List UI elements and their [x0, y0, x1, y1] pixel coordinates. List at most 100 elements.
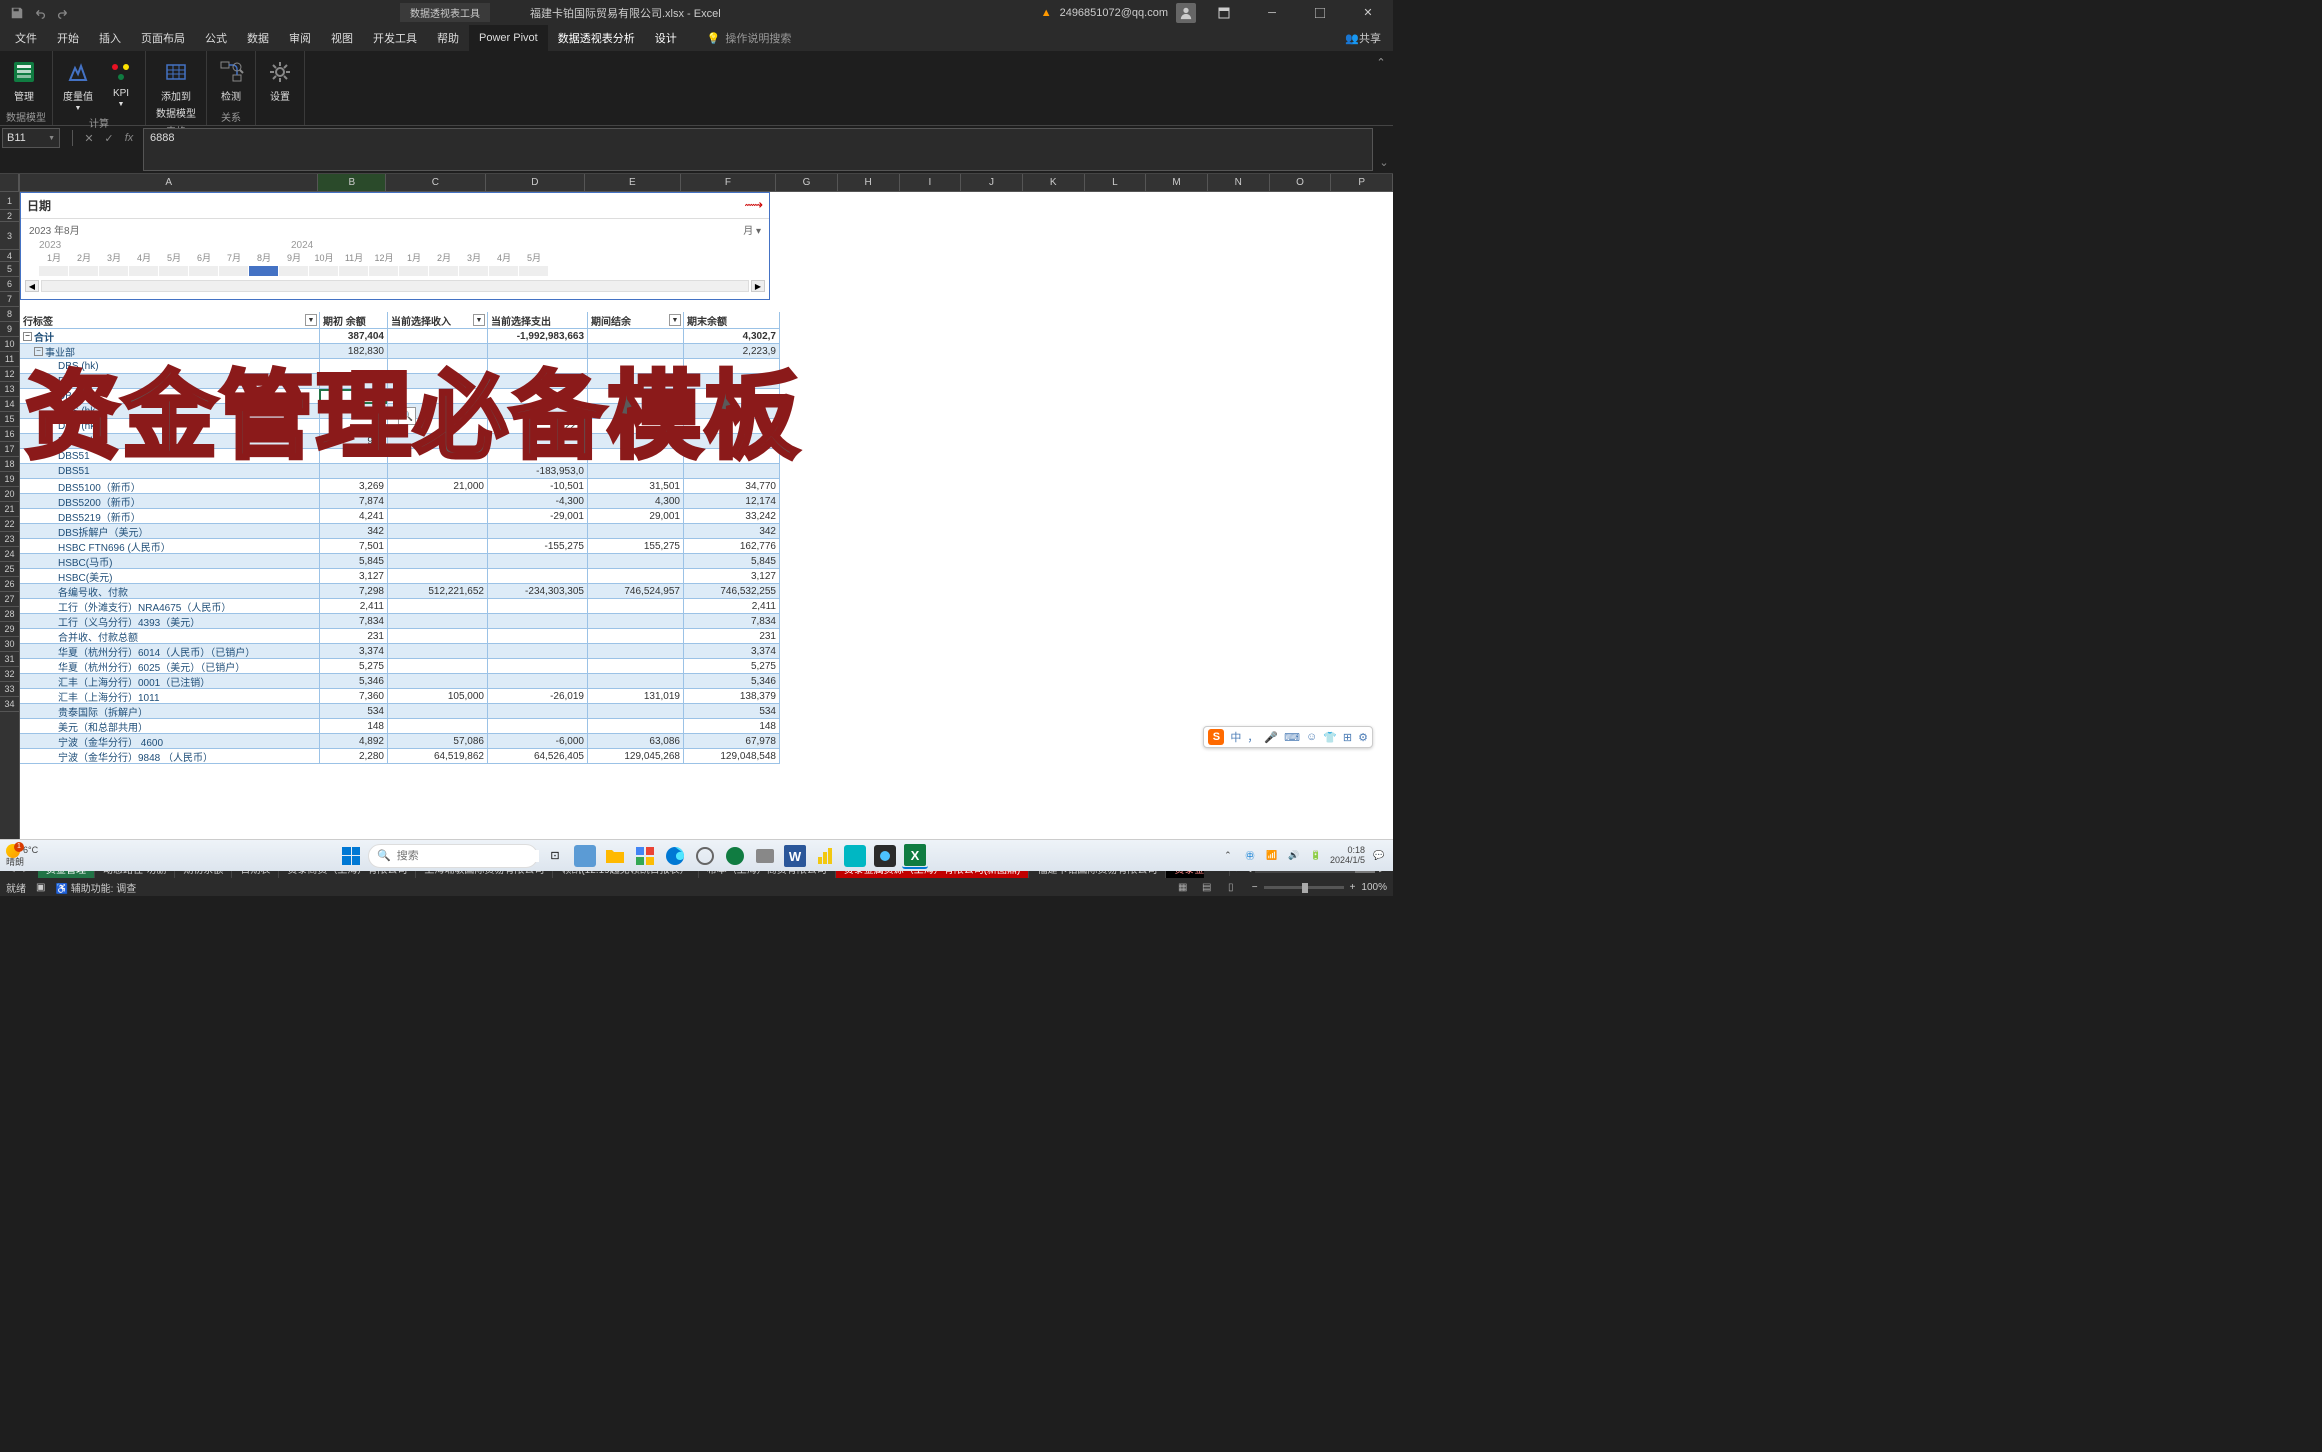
accessibility-status[interactable]: ♿ 辅助功能: 调查 — [55, 880, 136, 895]
col-header-J[interactable]: J — [961, 174, 1023, 192]
user-avatar-icon[interactable] — [1176, 3, 1196, 23]
ime-lang-toggle[interactable]: 中 — [1230, 729, 1241, 745]
filter-dropdown-icon[interactable]: ▼ — [473, 314, 485, 326]
row-header-15[interactable]: 15 — [0, 412, 19, 427]
row-header-12[interactable]: 12 — [0, 367, 19, 382]
row-header-16[interactable]: 16 — [0, 427, 19, 442]
kpi-button[interactable]: KPI ▼ — [103, 56, 139, 110]
tray-wifi-icon[interactable]: 📶 — [1264, 848, 1280, 864]
zoom-in-button[interactable]: + — [1350, 882, 1356, 893]
tray-volume-icon[interactable]: 🔊 — [1286, 848, 1302, 864]
taskbar-app-gray[interactable] — [752, 843, 778, 869]
taskbar-app-cyan[interactable] — [842, 843, 868, 869]
ribbon-tab-5[interactable]: 数据 — [237, 25, 279, 51]
row-header-30[interactable]: 30 — [0, 637, 19, 652]
tray-ime-icon[interactable]: ㊥ — [1242, 848, 1258, 864]
collapse-icon[interactable]: − — [34, 347, 43, 356]
pivot-data-row[interactable]: DBS (hk) — [20, 359, 780, 374]
ime-toolbox-icon[interactable]: ⊞ — [1343, 731, 1352, 744]
name-box[interactable]: B11▼ — [2, 128, 60, 148]
tell-me-search[interactable]: 💡操作说明搜索 — [707, 25, 792, 51]
zoom-slider[interactable] — [1264, 886, 1344, 889]
pivot-data-row[interactable]: 华夏（杭州分行）6014（人民币）（已销户）3,3743,374 — [20, 644, 780, 659]
pivot-data-row[interactable]: 合并收、付款总额231231 — [20, 629, 780, 644]
ribbon-tab-0[interactable]: 文件 — [5, 25, 47, 51]
pivot-data-row[interactable]: 宁波（金华分行） 46004,89257,086-6,00063,08667,9… — [20, 734, 780, 749]
row-header-28[interactable]: 28 — [0, 607, 19, 622]
ribbon-tab-12[interactable]: 设计 — [645, 25, 687, 51]
row-header-11[interactable]: 11 — [0, 352, 19, 367]
ime-keyboard-icon[interactable]: ⌨ — [1284, 731, 1300, 744]
col-header-O[interactable]: O — [1270, 174, 1332, 192]
timeline-segment[interactable] — [309, 266, 339, 276]
pivot-header-income[interactable]: 当前选择收入▼ — [388, 312, 488, 328]
col-header-E[interactable]: E — [585, 174, 681, 192]
col-header-I[interactable]: I — [900, 174, 962, 192]
edge-icon[interactable] — [662, 843, 688, 869]
pivot-data-row[interactable]: HSBC(美元)3,1273,127 — [20, 569, 780, 584]
zoom-slider-thumb[interactable] — [1302, 883, 1308, 893]
pivot-data-row[interactable]: HSBC FTN696 (人民币）7,501-155,275155,275162… — [20, 539, 780, 554]
filter-dropdown-icon[interactable]: ▼ — [669, 314, 681, 326]
settings-button[interactable]: 设置 — [262, 56, 298, 105]
timeline-segment[interactable] — [279, 266, 309, 276]
ribbon-tab-2[interactable]: 插入 — [89, 25, 131, 51]
ime-skin-icon[interactable]: 👕 — [1323, 731, 1337, 744]
row-header-23[interactable]: 23 — [0, 532, 19, 547]
search-input[interactable] — [397, 850, 539, 862]
pivot-data-row[interactable]: 美元（和总部共用）148148 — [20, 719, 780, 734]
timeline-segment[interactable] — [159, 266, 189, 276]
ribbon-tab-3[interactable]: 页面布局 — [131, 25, 195, 51]
ribbon-tab-11[interactable]: 数据透视表分析 — [548, 25, 645, 51]
ime-voice-icon[interactable]: 🎤 — [1264, 731, 1278, 744]
col-header-A[interactable]: A — [20, 174, 318, 192]
measure-button[interactable]: 度量值 ▼ — [59, 56, 97, 114]
col-header-N[interactable]: N — [1208, 174, 1270, 192]
timeline-segment[interactable] — [459, 266, 489, 276]
collapse-icon[interactable]: − — [23, 332, 32, 341]
ribbon-tab-8[interactable]: 开发工具 — [363, 25, 427, 51]
timeline-scroll-track[interactable] — [41, 280, 749, 292]
pivot-data-row[interactable]: DBS5200（新币）7,874-4,3004,30012,174 — [20, 494, 780, 509]
row-header-6[interactable]: 6 — [0, 277, 19, 292]
pivot-data-row[interactable]: 工行（义乌分行）4393（美元）7,8347,834 — [20, 614, 780, 629]
row-header-26[interactable]: 26 — [0, 577, 19, 592]
row-header-29[interactable]: 29 — [0, 622, 19, 637]
page-break-view-icon[interactable]: ▯ — [1220, 880, 1242, 894]
col-header-L[interactable]: L — [1085, 174, 1147, 192]
ribbon-tab-4[interactable]: 公式 — [195, 25, 237, 51]
pivot-data-row[interactable]: DBS (hk934 — [20, 434, 780, 449]
row-header-8[interactable]: 8 — [0, 307, 19, 322]
zoom-level[interactable]: 100% — [1361, 882, 1387, 893]
col-header-K[interactable]: K — [1023, 174, 1085, 192]
cancel-formula-icon[interactable]: ✕ — [81, 130, 97, 146]
row-header-13[interactable]: 13 — [0, 382, 19, 397]
pivot-data-row[interactable]: 华夏（杭州分行）6025（美元）（已销户）5,2755,275 — [20, 659, 780, 674]
close-button[interactable]: ✕ — [1348, 0, 1388, 25]
timeline-segment[interactable] — [339, 266, 369, 276]
worksheet-grid[interactable]: 1234567891011121314151617181920212223242… — [0, 174, 1393, 858]
timeline-segment[interactable] — [519, 266, 549, 276]
timeline-segment[interactable] — [429, 266, 459, 276]
pivot-header-closing[interactable]: 期末余额 — [684, 312, 780, 328]
row-header-10[interactable]: 10 — [0, 337, 19, 352]
row-header-33[interactable]: 33 — [0, 682, 19, 697]
col-header-D[interactable]: D — [486, 174, 585, 192]
minimize-button[interactable]: ─ — [1252, 0, 1292, 25]
row-header-14[interactable]: 14 — [0, 397, 19, 412]
col-header-C[interactable]: C — [386, 174, 485, 192]
name-box-dropdown-icon[interactable]: ▼ — [48, 135, 55, 142]
taskbar-clock[interactable]: 0:18 2024/1/5 — [1330, 846, 1365, 866]
warning-icon[interactable]: ▲ — [1041, 7, 1052, 19]
taskbar-app-1[interactable] — [572, 843, 598, 869]
row-header-5[interactable]: 5 — [0, 262, 19, 277]
select-all-triangle[interactable] — [0, 174, 19, 192]
enter-formula-icon[interactable]: ✓ — [101, 130, 117, 146]
ribbon-display-options-icon[interactable] — [1204, 0, 1244, 25]
add-to-data-model-button[interactable]: 添加到 数据模型 — [152, 56, 200, 122]
ribbon-tab-1[interactable]: 开始 — [47, 25, 89, 51]
pivot-data-row[interactable]: 汇丰（上海分行）10117,360105,000-26,019131,01913… — [20, 689, 780, 704]
period-level-dropdown[interactable]: 月 ▾ — [743, 222, 761, 237]
pivot-data-row[interactable]: 贵泰国际（拆解户）534534 — [20, 704, 780, 719]
row-header-2[interactable]: 2 — [0, 210, 19, 222]
